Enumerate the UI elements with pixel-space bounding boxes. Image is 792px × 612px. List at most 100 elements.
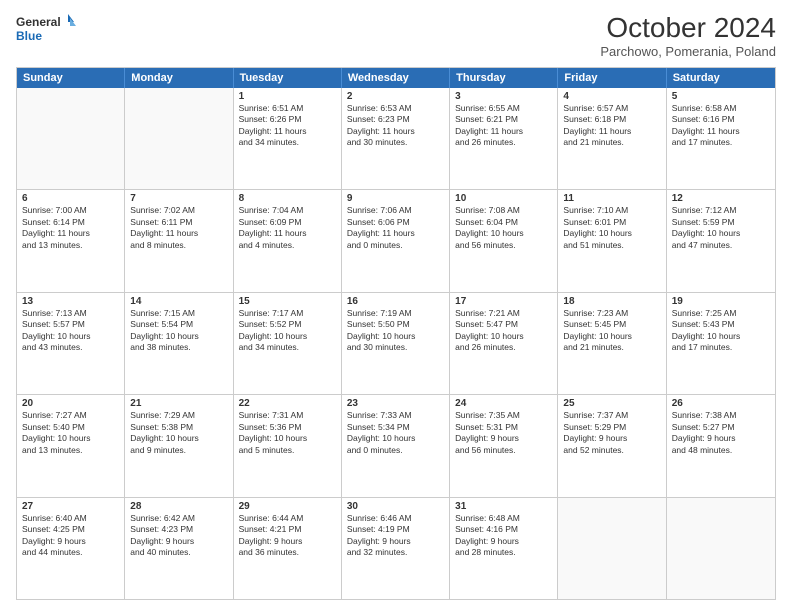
calendar: SundayMondayTuesdayWednesdayThursdayFrid… (16, 67, 776, 600)
day-number: 26 (672, 398, 770, 409)
day-cell-26: 26Sunrise: 7:38 AM Sunset: 5:27 PM Dayli… (667, 395, 775, 496)
day-number: 25 (563, 398, 660, 409)
day-info: Sunrise: 7:25 AM Sunset: 5:43 PM Dayligh… (672, 308, 770, 354)
day-cell-22: 22Sunrise: 7:31 AM Sunset: 5:36 PM Dayli… (234, 395, 342, 496)
day-cell-10: 10Sunrise: 7:08 AM Sunset: 6:04 PM Dayli… (450, 190, 558, 291)
day-number: 2 (347, 91, 444, 102)
calendar-row-1: 1Sunrise: 6:51 AM Sunset: 6:26 PM Daylig… (17, 88, 775, 189)
day-cell-17: 17Sunrise: 7:21 AM Sunset: 5:47 PM Dayli… (450, 293, 558, 394)
day-number: 18 (563, 296, 660, 307)
day-info: Sunrise: 7:15 AM Sunset: 5:54 PM Dayligh… (130, 308, 227, 354)
header-day-wednesday: Wednesday (342, 68, 450, 88)
day-number: 31 (455, 501, 552, 512)
day-info: Sunrise: 7:37 AM Sunset: 5:29 PM Dayligh… (563, 410, 660, 456)
day-number: 3 (455, 91, 552, 102)
day-cell-25: 25Sunrise: 7:37 AM Sunset: 5:29 PM Dayli… (558, 395, 666, 496)
day-number: 27 (22, 501, 119, 512)
day-info: Sunrise: 6:44 AM Sunset: 4:21 PM Dayligh… (239, 513, 336, 559)
day-cell-1: 1Sunrise: 6:51 AM Sunset: 6:26 PM Daylig… (234, 88, 342, 189)
day-cell-31: 31Sunrise: 6:48 AM Sunset: 4:16 PM Dayli… (450, 498, 558, 599)
day-cell-18: 18Sunrise: 7:23 AM Sunset: 5:45 PM Dayli… (558, 293, 666, 394)
empty-cell (17, 88, 125, 189)
day-number: 11 (563, 193, 660, 204)
day-number: 23 (347, 398, 444, 409)
day-cell-27: 27Sunrise: 6:40 AM Sunset: 4:25 PM Dayli… (17, 498, 125, 599)
svg-text:Blue: Blue (16, 29, 42, 43)
day-cell-11: 11Sunrise: 7:10 AM Sunset: 6:01 PM Dayli… (558, 190, 666, 291)
empty-cell (125, 88, 233, 189)
day-info: Sunrise: 7:33 AM Sunset: 5:34 PM Dayligh… (347, 410, 444, 456)
header-day-monday: Monday (125, 68, 233, 88)
calendar-body: 1Sunrise: 6:51 AM Sunset: 6:26 PM Daylig… (17, 88, 775, 599)
day-number: 9 (347, 193, 444, 204)
day-cell-19: 19Sunrise: 7:25 AM Sunset: 5:43 PM Dayli… (667, 293, 775, 394)
day-cell-6: 6Sunrise: 7:00 AM Sunset: 6:14 PM Daylig… (17, 190, 125, 291)
calendar-header: SundayMondayTuesdayWednesdayThursdayFrid… (17, 68, 775, 88)
page: General Blue October 2024 Parchowo, Pome… (0, 0, 792, 612)
day-number: 17 (455, 296, 552, 307)
day-cell-12: 12Sunrise: 7:12 AM Sunset: 5:59 PM Dayli… (667, 190, 775, 291)
day-cell-5: 5Sunrise: 6:58 AM Sunset: 6:16 PM Daylig… (667, 88, 775, 189)
day-info: Sunrise: 7:17 AM Sunset: 5:52 PM Dayligh… (239, 308, 336, 354)
header-day-friday: Friday (558, 68, 666, 88)
day-number: 28 (130, 501, 227, 512)
calendar-row-3: 13Sunrise: 7:13 AM Sunset: 5:57 PM Dayli… (17, 292, 775, 394)
day-info: Sunrise: 7:02 AM Sunset: 6:11 PM Dayligh… (130, 205, 227, 251)
empty-cell (558, 498, 666, 599)
day-cell-21: 21Sunrise: 7:29 AM Sunset: 5:38 PM Dayli… (125, 395, 233, 496)
day-cell-30: 30Sunrise: 6:46 AM Sunset: 4:19 PM Dayli… (342, 498, 450, 599)
empty-cell (667, 498, 775, 599)
month-title: October 2024 (600, 12, 776, 44)
logo: General Blue (16, 12, 76, 48)
day-cell-24: 24Sunrise: 7:35 AM Sunset: 5:31 PM Dayli… (450, 395, 558, 496)
day-cell-8: 8Sunrise: 7:04 AM Sunset: 6:09 PM Daylig… (234, 190, 342, 291)
day-info: Sunrise: 7:12 AM Sunset: 5:59 PM Dayligh… (672, 205, 770, 251)
day-cell-23: 23Sunrise: 7:33 AM Sunset: 5:34 PM Dayli… (342, 395, 450, 496)
day-number: 10 (455, 193, 552, 204)
day-cell-9: 9Sunrise: 7:06 AM Sunset: 6:06 PM Daylig… (342, 190, 450, 291)
day-info: Sunrise: 7:08 AM Sunset: 6:04 PM Dayligh… (455, 205, 552, 251)
subtitle: Parchowo, Pomerania, Poland (600, 44, 776, 59)
day-cell-28: 28Sunrise: 6:42 AM Sunset: 4:23 PM Dayli… (125, 498, 233, 599)
day-info: Sunrise: 7:38 AM Sunset: 5:27 PM Dayligh… (672, 410, 770, 456)
day-info: Sunrise: 7:31 AM Sunset: 5:36 PM Dayligh… (239, 410, 336, 456)
header-day-saturday: Saturday (667, 68, 775, 88)
header-day-thursday: Thursday (450, 68, 558, 88)
day-number: 16 (347, 296, 444, 307)
header-day-sunday: Sunday (17, 68, 125, 88)
title-block: October 2024 Parchowo, Pomerania, Poland (600, 12, 776, 59)
day-number: 12 (672, 193, 770, 204)
day-cell-3: 3Sunrise: 6:55 AM Sunset: 6:21 PM Daylig… (450, 88, 558, 189)
day-info: Sunrise: 7:04 AM Sunset: 6:09 PM Dayligh… (239, 205, 336, 251)
calendar-row-4: 20Sunrise: 7:27 AM Sunset: 5:40 PM Dayli… (17, 394, 775, 496)
header: General Blue October 2024 Parchowo, Pome… (16, 12, 776, 59)
day-info: Sunrise: 7:23 AM Sunset: 5:45 PM Dayligh… (563, 308, 660, 354)
day-info: Sunrise: 6:40 AM Sunset: 4:25 PM Dayligh… (22, 513, 119, 559)
day-cell-15: 15Sunrise: 7:17 AM Sunset: 5:52 PM Dayli… (234, 293, 342, 394)
svg-text:General: General (16, 15, 61, 29)
day-number: 14 (130, 296, 227, 307)
day-info: Sunrise: 6:58 AM Sunset: 6:16 PM Dayligh… (672, 103, 770, 149)
day-number: 1 (239, 91, 336, 102)
day-info: Sunrise: 7:35 AM Sunset: 5:31 PM Dayligh… (455, 410, 552, 456)
day-number: 19 (672, 296, 770, 307)
day-number: 21 (130, 398, 227, 409)
day-number: 15 (239, 296, 336, 307)
day-info: Sunrise: 6:48 AM Sunset: 4:16 PM Dayligh… (455, 513, 552, 559)
day-info: Sunrise: 6:46 AM Sunset: 4:19 PM Dayligh… (347, 513, 444, 559)
day-number: 29 (239, 501, 336, 512)
day-info: Sunrise: 7:21 AM Sunset: 5:47 PM Dayligh… (455, 308, 552, 354)
day-cell-4: 4Sunrise: 6:57 AM Sunset: 6:18 PM Daylig… (558, 88, 666, 189)
day-info: Sunrise: 7:10 AM Sunset: 6:01 PM Dayligh… (563, 205, 660, 251)
day-number: 13 (22, 296, 119, 307)
day-number: 20 (22, 398, 119, 409)
day-cell-29: 29Sunrise: 6:44 AM Sunset: 4:21 PM Dayli… (234, 498, 342, 599)
header-day-tuesday: Tuesday (234, 68, 342, 88)
day-number: 8 (239, 193, 336, 204)
day-number: 24 (455, 398, 552, 409)
day-number: 5 (672, 91, 770, 102)
calendar-row-2: 6Sunrise: 7:00 AM Sunset: 6:14 PM Daylig… (17, 189, 775, 291)
day-cell-20: 20Sunrise: 7:27 AM Sunset: 5:40 PM Dayli… (17, 395, 125, 496)
day-cell-16: 16Sunrise: 7:19 AM Sunset: 5:50 PM Dayli… (342, 293, 450, 394)
day-info: Sunrise: 7:13 AM Sunset: 5:57 PM Dayligh… (22, 308, 119, 354)
